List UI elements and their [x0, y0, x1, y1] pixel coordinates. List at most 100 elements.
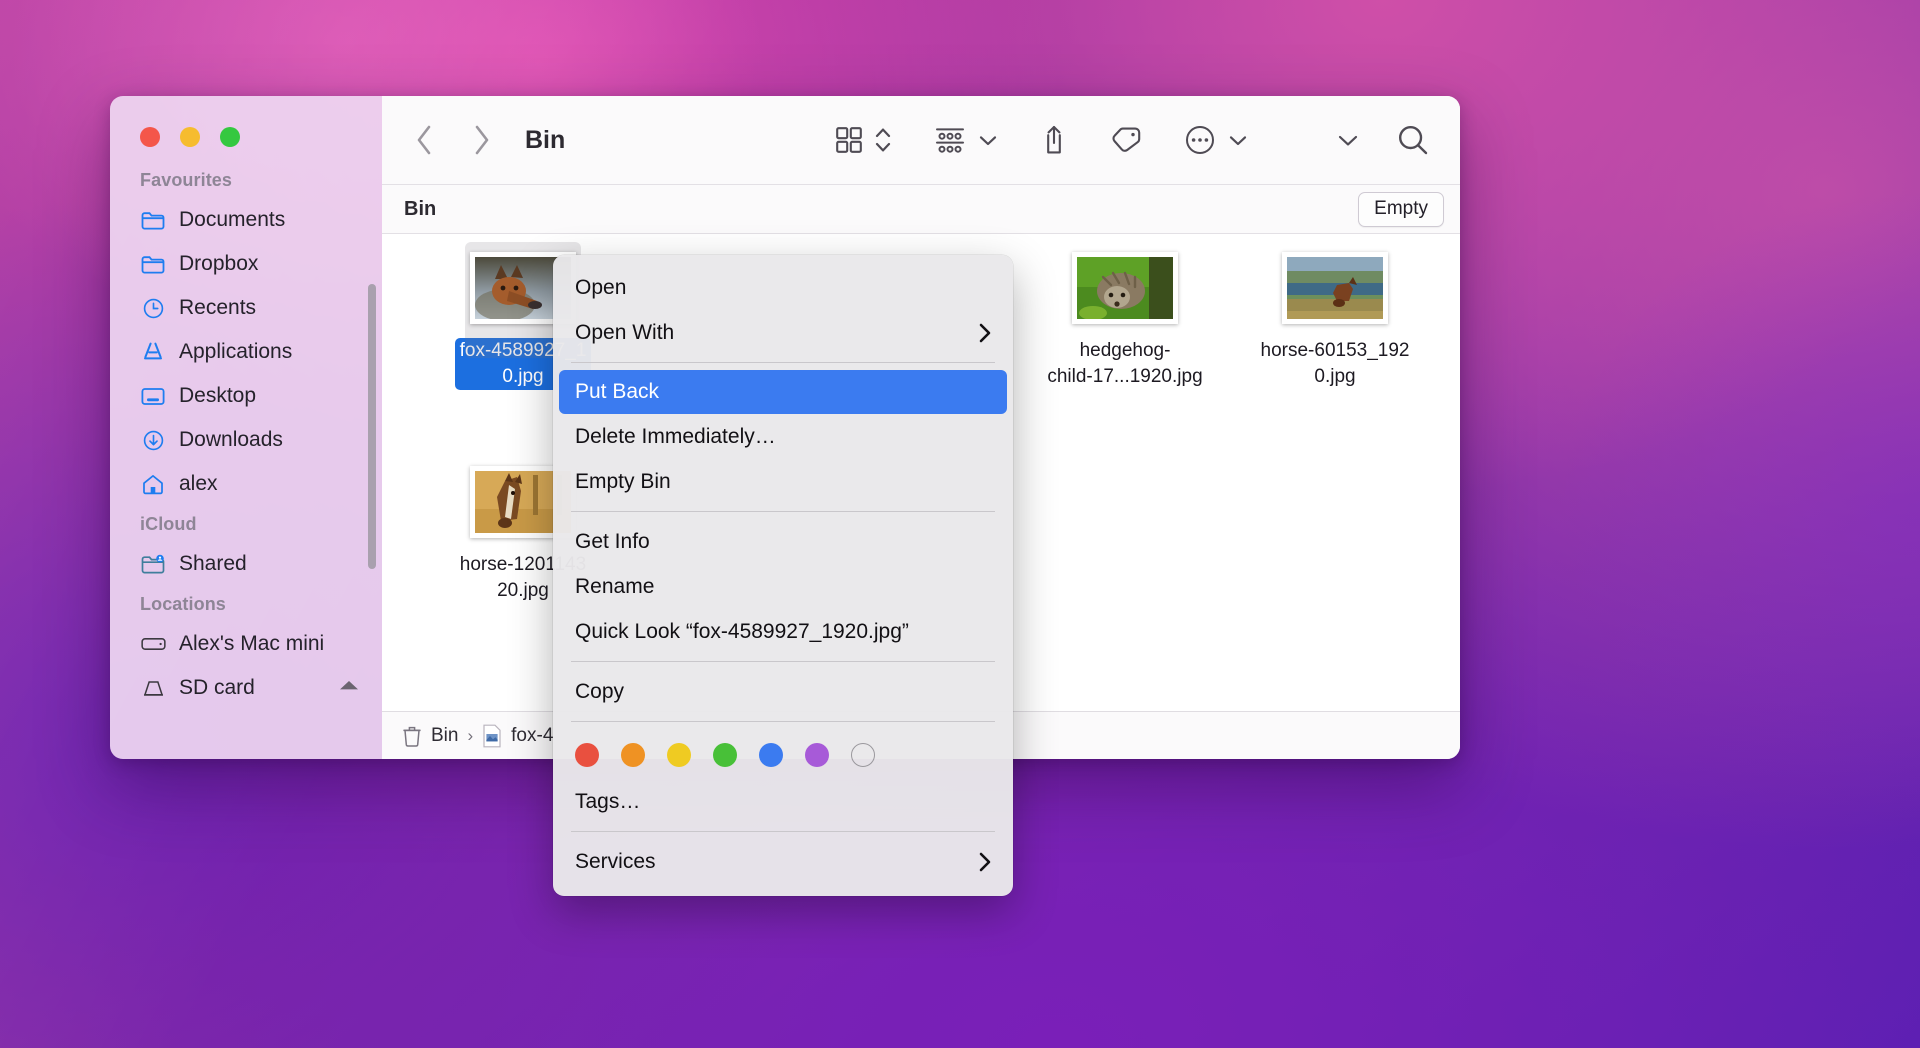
menu-item-open[interactable]: Open [553, 265, 1013, 310]
menu-item-copy[interactable]: Copy [553, 669, 1013, 714]
clock-icon [140, 295, 166, 321]
sidebar-item-sd-card[interactable]: SD card [110, 666, 382, 710]
tag-color-purple[interactable] [805, 743, 829, 767]
chevron-updown-icon[interactable] [874, 124, 892, 156]
tag-color-green[interactable] [713, 743, 737, 767]
sidebar-item-alexs-mac-mini[interactable]: Alex's Mac mini [110, 622, 382, 666]
file-label: horse-60153_1920.jpg [1261, 338, 1410, 390]
desktop-icon [140, 383, 166, 409]
menu-item-get-info[interactable]: Get Info [553, 519, 1013, 564]
breadcrumb-file[interactable]: fox-4 [482, 724, 553, 748]
sd-card-icon [140, 675, 166, 701]
tag-color-red[interactable] [575, 743, 599, 767]
sidebar-item-label: Documents [179, 208, 285, 232]
tag-color-orange[interactable] [621, 743, 645, 767]
sidebar-section-favourites: Favourites [110, 162, 382, 198]
sidebar-item-label: Applications [179, 340, 292, 364]
sidebar: Favourites Documents Dropbox [110, 96, 382, 759]
maximise-button[interactable] [220, 127, 240, 147]
folder-icon [140, 251, 166, 277]
sidebar-scrollbar[interactable] [368, 284, 376, 569]
sidebar-item-alex[interactable]: alex [110, 462, 382, 506]
sidebar-item-label: Alex's Mac mini [179, 632, 324, 656]
download-icon [140, 427, 166, 453]
sidebar-item-downloads[interactable]: Downloads [110, 418, 382, 462]
toolbar-right-group [834, 96, 1460, 184]
eject-icon[interactable] [338, 676, 360, 700]
sidebar-item-shared[interactable]: Shared [110, 542, 382, 586]
toolbar: Bin [382, 96, 1460, 184]
sidebar-item-applications[interactable]: Applications [110, 330, 382, 374]
file-item-horse-60153[interactable]: horse-60153_1920.jpg [1240, 252, 1430, 390]
chevron-down-icon[interactable] [1336, 132, 1360, 148]
back-chevron-icon[interactable] [404, 120, 444, 160]
sidebar-item-desktop[interactable]: Desktop [110, 374, 382, 418]
sidebar-item-label: Recents [179, 296, 256, 320]
tag-color-blue[interactable] [759, 743, 783, 767]
jpg-file-icon [482, 724, 502, 748]
empty-button[interactable]: Empty [1358, 192, 1444, 227]
menu-item-label: Services [575, 850, 656, 874]
file-item-hedgehog[interactable]: hedgehog-child-17...1920.jpg [1030, 252, 1220, 390]
chevron-down-icon[interactable] [978, 133, 998, 147]
icon-view-icon[interactable] [834, 125, 864, 155]
menu-item-tags[interactable]: Tags… [553, 779, 1013, 824]
menu-separator [571, 831, 995, 832]
sidebar-item-label: Desktop [179, 384, 256, 408]
menu-item-services[interactable]: Services [553, 839, 1013, 884]
sidebar-item-label: Downloads [179, 428, 283, 452]
bin-header-bar: Bin Empty [382, 184, 1460, 234]
trash-icon [402, 725, 422, 747]
breadcrumb-bin[interactable]: Bin [402, 725, 458, 747]
share-icon[interactable] [1040, 124, 1068, 156]
tag-color-yellow[interactable] [667, 743, 691, 767]
tag-color-none[interactable] [851, 743, 875, 767]
tag-color-row [553, 729, 1013, 779]
breadcrumb-label: fox-4 [511, 725, 553, 747]
menu-item-label: Open With [575, 321, 674, 345]
group-list-icon[interactable] [934, 125, 966, 155]
forward-chevron-icon[interactable] [462, 120, 502, 160]
thumbnail-frame [1072, 252, 1178, 324]
traffic-lights [140, 127, 240, 147]
more-ellipsis-icon[interactable] [1184, 124, 1216, 156]
sidebar-item-label: alex [179, 472, 218, 496]
menu-item-open-with[interactable]: Open With [553, 310, 1013, 355]
menu-item-rename[interactable]: Rename [553, 564, 1013, 609]
sidebar-item-label: SD card [179, 676, 255, 700]
chevron-right-icon [977, 322, 993, 344]
menu-item-put-back[interactable]: Put Back [559, 370, 1007, 414]
sidebar-section-locations: Locations [110, 586, 382, 622]
sidebar-item-label: Dropbox [179, 252, 258, 276]
breadcrumb-label: Bin [431, 725, 458, 747]
app-store-icon [140, 339, 166, 365]
thumbnail-frame [1282, 252, 1388, 324]
menu-separator [571, 362, 995, 363]
sidebar-item-dropbox[interactable]: Dropbox [110, 242, 382, 286]
horse-field-thumbnail [1287, 257, 1383, 319]
file-label: hedgehog-child-17...1920.jpg [1047, 338, 1202, 390]
menu-separator [571, 511, 995, 512]
desktop-wallpaper: Favourites Documents Dropbox [0, 0, 1920, 1048]
search-icon[interactable] [1396, 123, 1430, 157]
home-icon [140, 471, 166, 497]
menu-item-delete-immediately[interactable]: Delete Immediately… [553, 414, 1013, 459]
tag-icon[interactable] [1110, 125, 1142, 155]
sidebar-item-label: Shared [179, 552, 247, 576]
sidebar-item-documents[interactable]: Documents [110, 198, 382, 242]
folder-icon [140, 207, 166, 233]
minimise-button[interactable] [180, 127, 200, 147]
mac-mini-icon [140, 631, 166, 657]
chevron-down-icon[interactable] [1228, 133, 1248, 147]
hedgehog-thumbnail [1077, 257, 1173, 319]
menu-item-empty-bin[interactable]: Empty Bin [553, 459, 1013, 504]
bin-label: Bin [404, 198, 436, 221]
menu-item-quick-look[interactable]: Quick Look “fox-4589927_1920.jpg” [553, 609, 1013, 654]
breadcrumb-separator: › [467, 726, 473, 746]
page-title: Bin [525, 126, 565, 155]
chevron-right-icon [977, 851, 993, 873]
sidebar-item-recents[interactable]: Recents [110, 286, 382, 330]
shared-folder-icon [140, 551, 166, 577]
close-button[interactable] [140, 127, 160, 147]
sidebar-section-icloud: iCloud [110, 506, 382, 542]
